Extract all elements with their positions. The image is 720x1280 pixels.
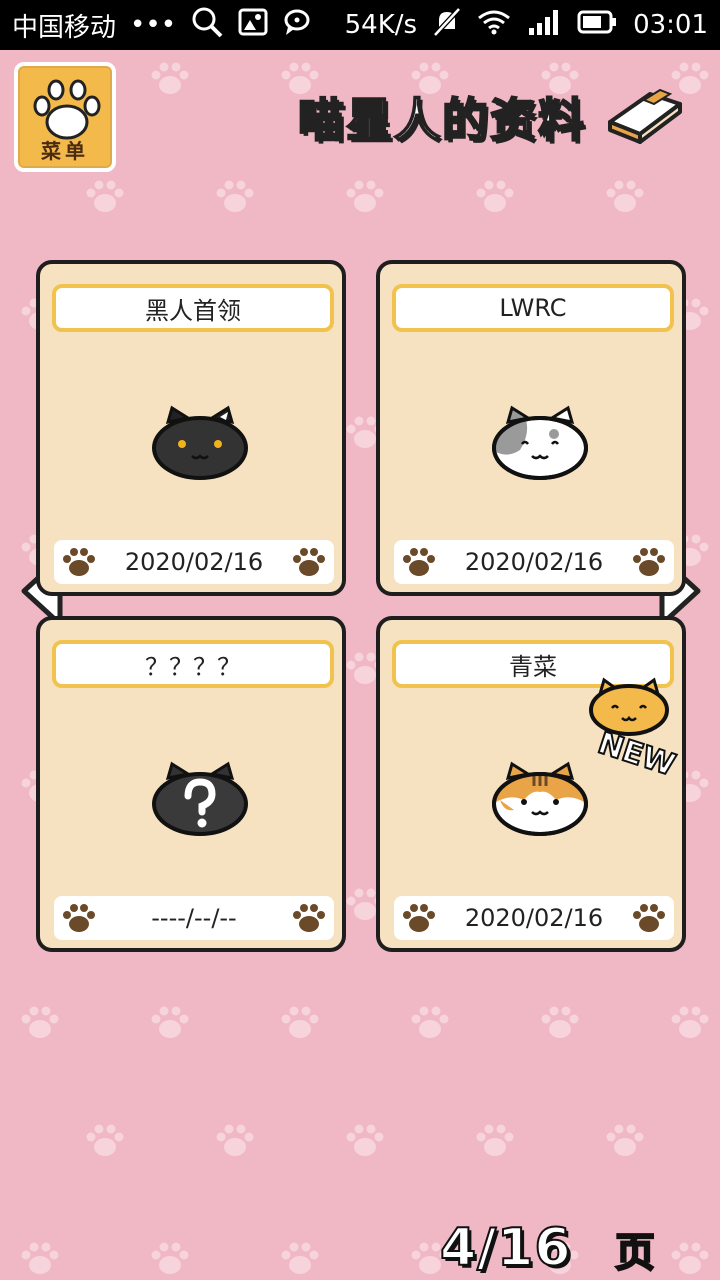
background-paw-icon (216, 180, 254, 212)
background-paw-icon (151, 1006, 189, 1038)
background-paw-icon (86, 180, 124, 212)
paw-print-icon (633, 904, 665, 932)
page-suffix: 页 (614, 1229, 656, 1277)
date-text: ----/--/-- (151, 904, 237, 932)
background-paw-icon (151, 1242, 189, 1274)
date-text: 2020/02/16 (464, 904, 604, 932)
mute-icon (433, 6, 461, 44)
book-icon (608, 88, 682, 144)
menu-label: 菜单 (41, 139, 89, 163)
paw-print-icon (403, 904, 435, 932)
cat-name: LWRC (392, 284, 674, 332)
background-paw-icon (671, 1242, 709, 1274)
date-text: 2020/02/16 (124, 548, 264, 576)
background-paw-icon (476, 1124, 514, 1156)
wifi-icon (477, 9, 511, 42)
message-icon (282, 7, 312, 44)
background-paw-icon (151, 62, 189, 94)
background-paw-icon (606, 180, 644, 212)
page-indicator: 4/16 (439, 1217, 572, 1279)
paw-print-icon (63, 548, 95, 576)
cat-card-2[interactable]: LWRC 2020/02/16 (376, 260, 686, 596)
date-text: 2020/02/16 (464, 548, 604, 576)
paw-icon (33, 79, 101, 140)
black-cat-icon (152, 405, 248, 480)
cat-name: 黑人首领 (52, 284, 334, 332)
background-paw-icon (541, 1006, 579, 1038)
cat-card-3[interactable]: ？？？？ ----/--/-- (36, 616, 346, 952)
page-title: 喵星人的资料 (297, 92, 586, 148)
more-dots: ••• (130, 10, 177, 40)
new-badge: NEW (589, 677, 680, 776)
background-paw-icon (411, 1006, 449, 1038)
paw-print-icon (403, 548, 435, 576)
background-paw-icon (476, 180, 514, 212)
background-paw-icon (671, 1006, 709, 1038)
signal-icon (527, 8, 561, 43)
gray-white-cat-icon (492, 405, 588, 480)
paw-print-icon (293, 548, 325, 576)
background-paw-icon (281, 1242, 319, 1274)
paw-print-icon (63, 904, 95, 932)
orange-tabby-cat-icon (492, 761, 588, 836)
discover-date: 2020/02/16 (394, 540, 674, 584)
carrier-name: 中国移动 (12, 12, 117, 43)
background-paw-icon (216, 1124, 254, 1156)
menu-button[interactable]: 菜单 (14, 62, 116, 172)
unknown-cat-icon (152, 761, 248, 836)
cat-card-1[interactable]: 黑人首领 2020/02/16 (36, 260, 346, 596)
discover-date: 2020/02/16 (394, 896, 674, 940)
cat-card-4[interactable]: 青菜 2020/02/16 (376, 616, 686, 952)
background-paw-icon (346, 1124, 384, 1156)
search-icon (190, 5, 224, 46)
background-paw-icon (281, 1006, 319, 1038)
background-paw-icon (86, 1124, 124, 1156)
network-speed: 54K/s (344, 10, 418, 40)
background-paw-icon (21, 1242, 59, 1274)
background-paw-icon (346, 180, 384, 212)
paw-print-icon (633, 548, 665, 576)
background-paw-icon (21, 1006, 59, 1038)
clock: 03:01 (633, 10, 708, 40)
cat-name: ？？？？ (52, 640, 334, 688)
battery-icon (577, 10, 617, 41)
discover-date: ----/--/-- (54, 896, 334, 940)
discover-date: 2020/02/16 (54, 540, 334, 584)
background-paw-icon (606, 1124, 644, 1156)
paw-print-icon (293, 904, 325, 932)
gallery-icon (238, 8, 268, 43)
status-bar: 中国移动 ••• 54K/s 03:01 (0, 0, 720, 50)
